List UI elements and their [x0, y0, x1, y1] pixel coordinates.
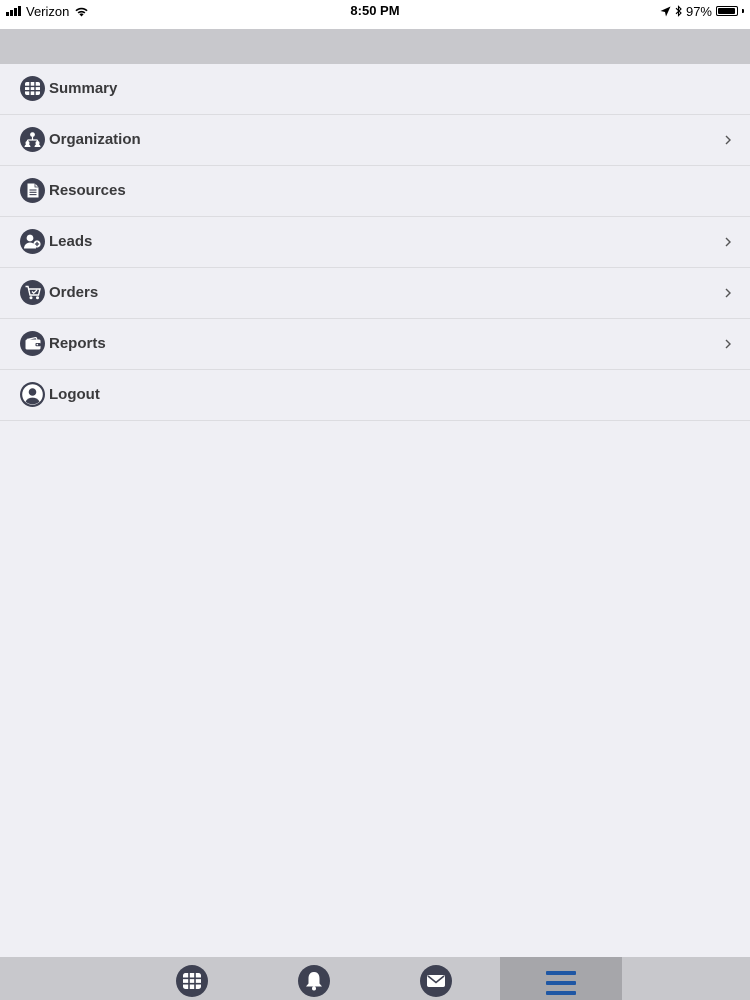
- menu-item-logout[interactable]: Logout: [0, 370, 750, 421]
- document-icon: [20, 178, 45, 203]
- menu-item-label: Resources: [49, 182, 126, 199]
- tab-summary[interactable]: [131, 957, 253, 1000]
- battery-icon: [716, 6, 738, 16]
- chevron-right-icon: [725, 135, 731, 145]
- status-right: 97%: [660, 3, 744, 19]
- menu-item-resources[interactable]: Resources: [0, 166, 750, 217]
- wallet-icon: [20, 331, 45, 356]
- tab-messages[interactable]: [375, 957, 497, 1000]
- tab-menu[interactable]: [500, 957, 622, 1000]
- bell-icon: [298, 964, 330, 997]
- org-chart-icon: [20, 127, 45, 152]
- chevron-right-icon: [725, 288, 731, 298]
- tab-notifications[interactable]: [253, 957, 375, 1000]
- grid-icon: [176, 964, 208, 997]
- grid-icon: [20, 76, 45, 101]
- menu-item-label: Orders: [49, 284, 99, 301]
- menu-item-label: Reports: [49, 335, 106, 352]
- navigation-bar: [0, 29, 750, 64]
- menu-item-organization[interactable]: Organization: [0, 115, 750, 166]
- location-arrow-icon: [660, 6, 671, 16]
- menu-item-orders[interactable]: Orders: [0, 268, 750, 319]
- app-screen: Verizon 8:50 PM 97% Summary Organization…: [0, 0, 750, 1000]
- cart-icon: [20, 280, 45, 305]
- menu-item-reports[interactable]: Reports: [0, 319, 750, 370]
- menu-item-label: Logout: [49, 386, 100, 403]
- menu-icon: [546, 970, 576, 995]
- battery-cap: [742, 9, 744, 13]
- bluetooth-icon: [675, 5, 682, 17]
- chevron-right-icon: [725, 237, 731, 247]
- add-user-icon: [20, 229, 45, 254]
- tab-bar: [0, 957, 750, 1000]
- mail-icon: [420, 964, 452, 997]
- side-menu-list: Summary Organization Resources Leads Ord…: [0, 64, 750, 421]
- chevron-right-icon: [725, 339, 731, 349]
- status-bar: Verizon 8:50 PM 97%: [0, 0, 750, 29]
- status-time: 8:50 PM: [350, 3, 400, 18]
- menu-item-label: Summary: [49, 80, 118, 97]
- menu-item-leads[interactable]: Leads: [0, 217, 750, 268]
- menu-item-summary[interactable]: Summary: [0, 64, 750, 115]
- user-icon: [20, 382, 45, 407]
- menu-item-label: Organization: [49, 131, 141, 148]
- menu-item-label: Leads: [49, 233, 93, 250]
- battery-percent: 97%: [685, 3, 712, 19]
- battery-fill: [718, 8, 736, 14]
